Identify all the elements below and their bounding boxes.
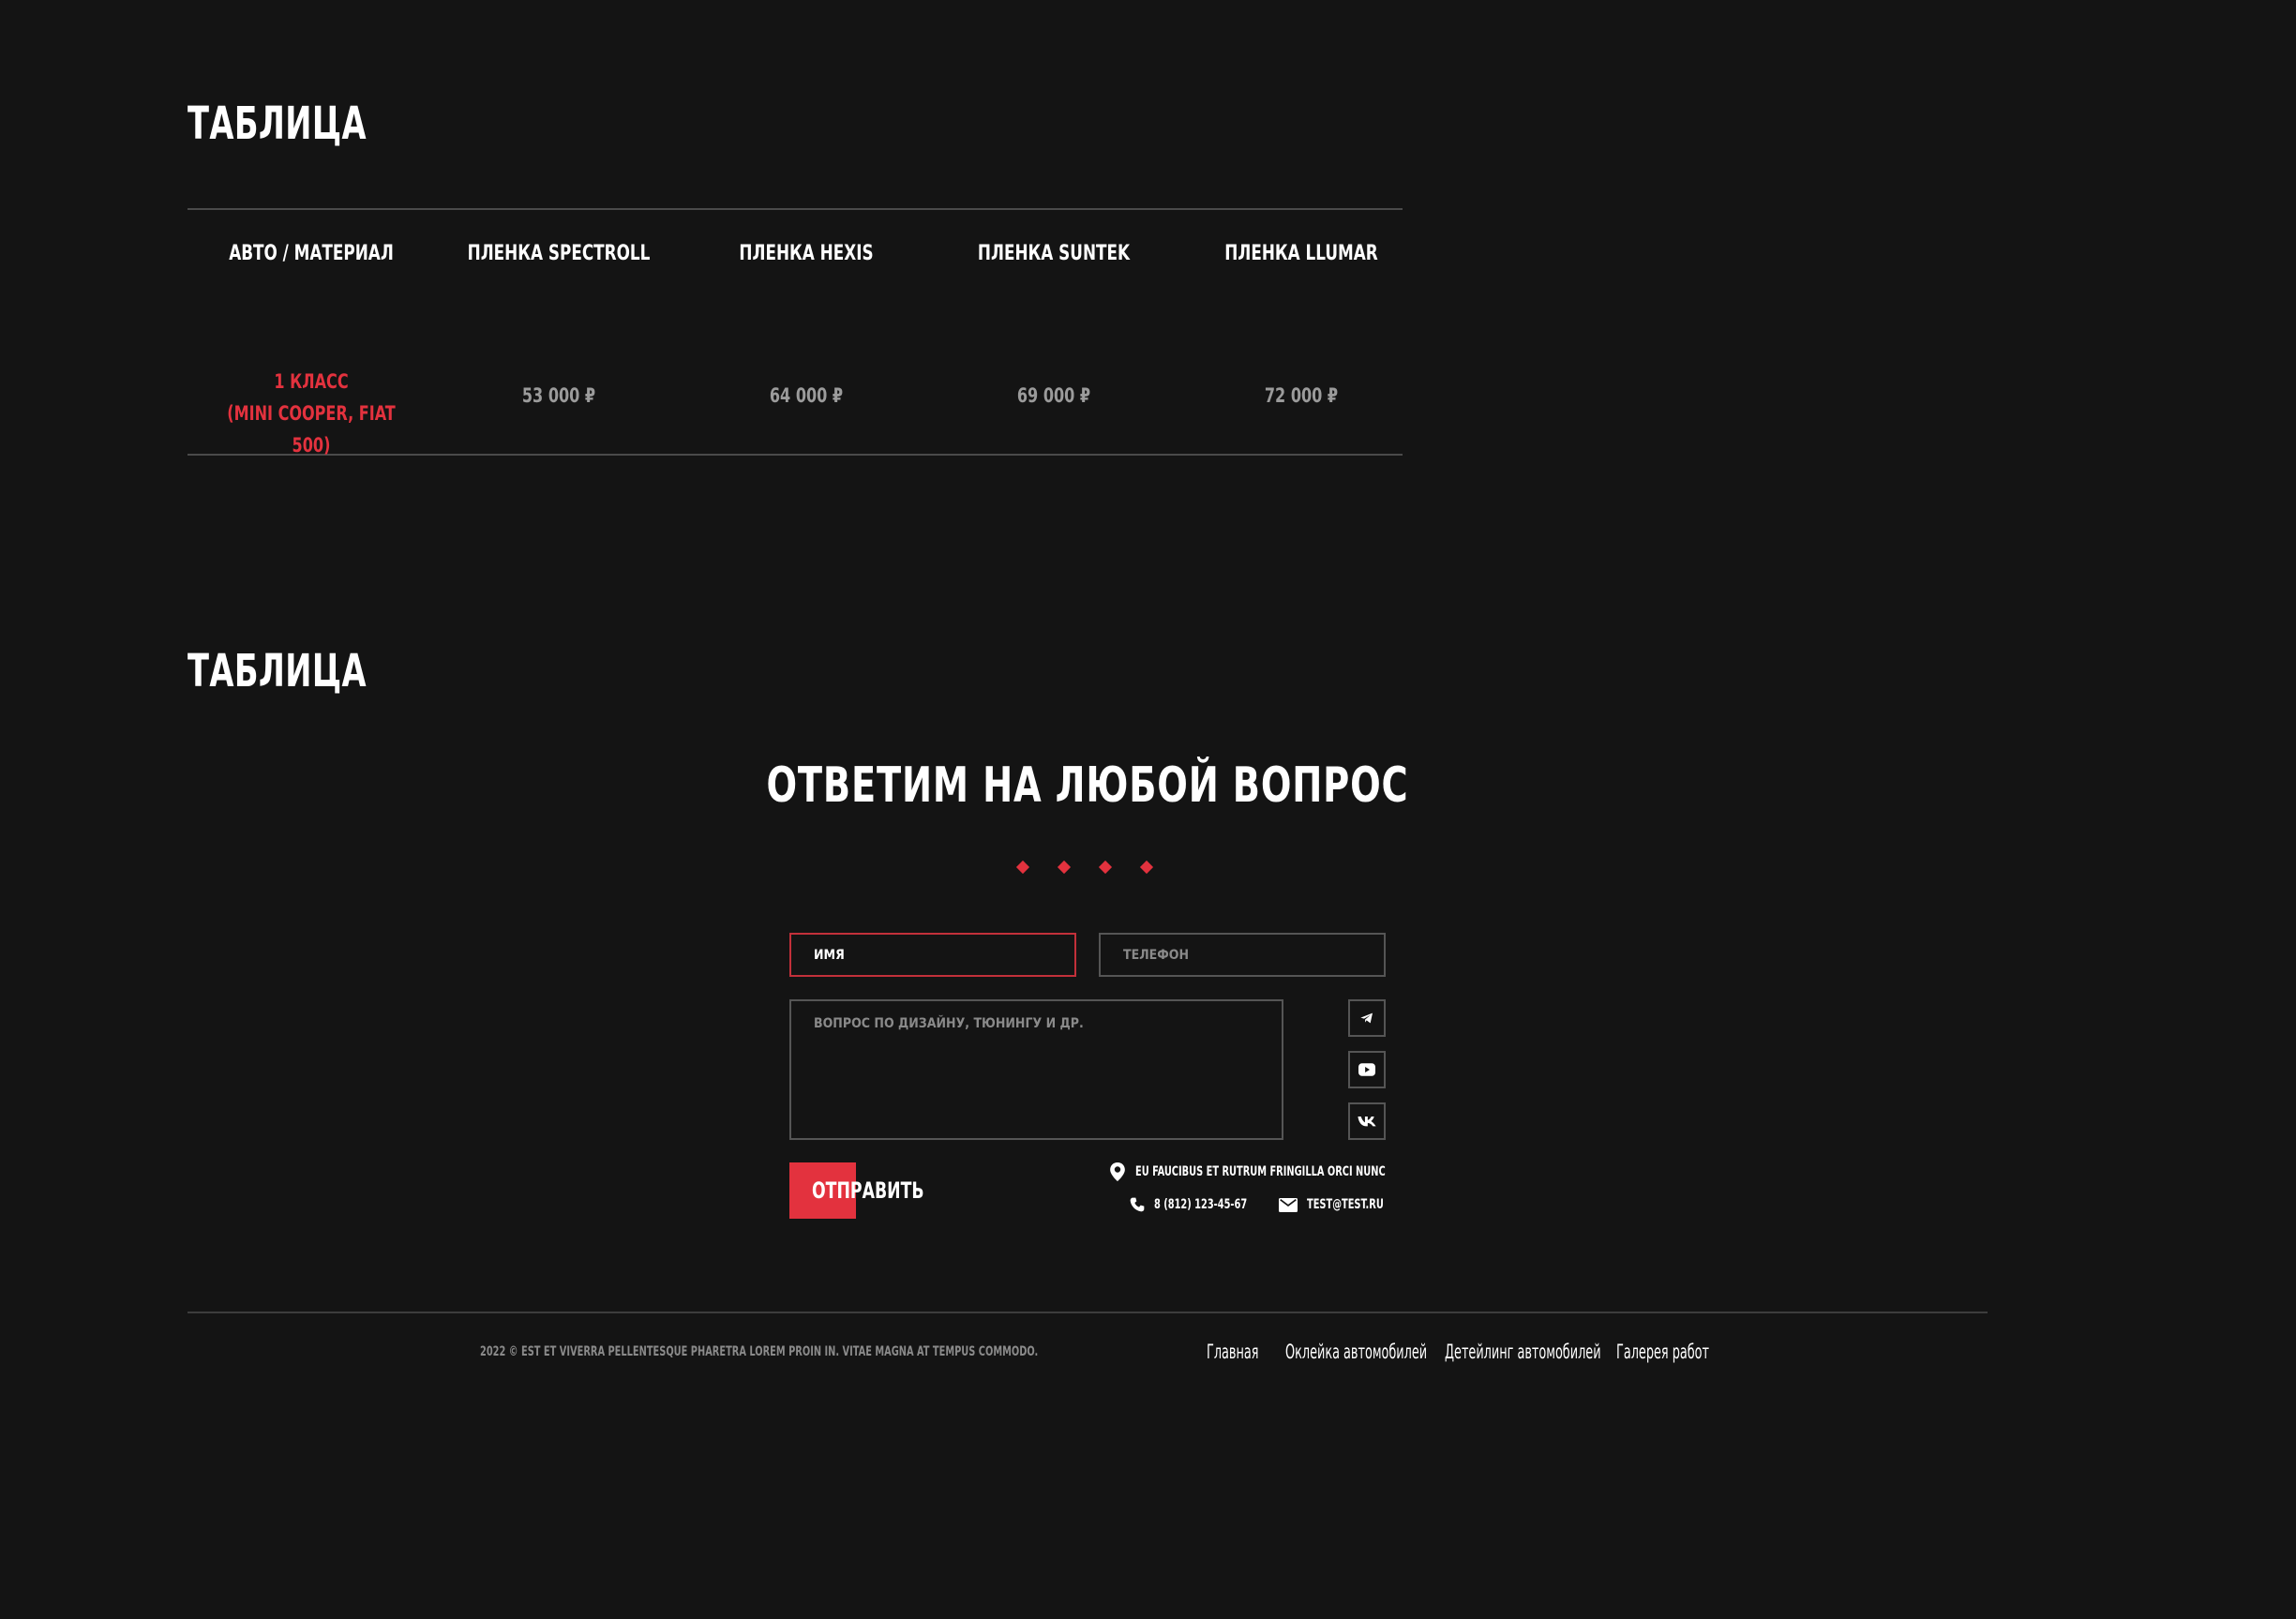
footer-link-gallery[interactable]: Галерея работ bbox=[1616, 1341, 1709, 1363]
price-hexis: 64 000 ₽ bbox=[769, 384, 844, 407]
class-models: (MINI COOPER, FIAT 500) bbox=[227, 402, 396, 457]
question-input[interactable] bbox=[789, 999, 1283, 1140]
table-header-hexis: ПЛЕНКА HEXIS bbox=[739, 242, 874, 265]
footer-divider bbox=[188, 1312, 1988, 1313]
price-spectroll: 53 000 ₽ bbox=[521, 384, 596, 407]
table-row-class: 1 КЛАСС (MINI COOPER, FIAT 500) bbox=[206, 366, 416, 461]
email-text: TEST@TEST.RU bbox=[1307, 1197, 1384, 1212]
decorative-diamonds bbox=[1015, 860, 1168, 876]
vk-button[interactable] bbox=[1348, 1102, 1386, 1140]
section-title: ТАБЛИЦА bbox=[188, 645, 367, 697]
address-text: EU FAUCIBUS ET RUTRUM FRINGILLA ORCI NUN… bbox=[1135, 1164, 1386, 1179]
email-link[interactable]: TEST@TEST.RU bbox=[1279, 1197, 1405, 1212]
price-suntek: 69 000 ₽ bbox=[1016, 384, 1091, 407]
table-header-auto: АВТО / МАТЕРИАЛ bbox=[229, 242, 394, 265]
telegram-icon bbox=[1360, 1012, 1373, 1024]
telegram-button[interactable] bbox=[1348, 999, 1386, 1037]
class-name: 1 КЛАСС bbox=[274, 370, 349, 393]
mail-icon bbox=[1279, 1197, 1298, 1212]
footer-nav: Главная Оклейка автомобилей Детейлинг ав… bbox=[0, 1341, 2296, 1369]
vk-icon bbox=[1358, 1117, 1376, 1127]
contact-title: ОТВЕТИМ НА ЛЮБОЙ ВОПРОС bbox=[766, 757, 1409, 814]
submit-button[interactable]: ОТПРАВИТЬ bbox=[789, 1162, 958, 1219]
table-header-llumar: ПЛЕНКА LLUMAR bbox=[1224, 242, 1378, 265]
diamond-icon bbox=[1057, 860, 1072, 875]
diamond-icon bbox=[1098, 860, 1113, 875]
phone-input[interactable] bbox=[1099, 933, 1386, 977]
phone-link[interactable]: 8 (812) 123-45-67 bbox=[1130, 1197, 1273, 1212]
table-header-suntek: ПЛЕНКА SUNTEK bbox=[977, 242, 1131, 265]
price-table: АВТО / МАТЕРИАЛ ПЛЕНКА SPECTROLL ПЛЕНКА … bbox=[188, 208, 1403, 457]
youtube-icon bbox=[1358, 1063, 1375, 1076]
youtube-button[interactable] bbox=[1348, 1051, 1386, 1088]
footer-link-detailing[interactable]: Детейлинг автомобилей bbox=[1445, 1341, 1601, 1363]
table-header-spectroll: ПЛЕНКА SPECTROLL bbox=[467, 242, 651, 265]
address: EU FAUCIBUS ET RUTRUM FRINGILLA ORCI NUN… bbox=[1109, 1162, 1456, 1181]
name-input[interactable] bbox=[789, 933, 1076, 977]
submit-label: ОТПРАВИТЬ bbox=[812, 1177, 924, 1204]
phone-text: 8 (812) 123-45-67 bbox=[1154, 1197, 1248, 1212]
location-pin-icon bbox=[1110, 1162, 1125, 1181]
footer-link-home[interactable]: Главная bbox=[1207, 1341, 1259, 1363]
section-title: ТАБЛИЦА bbox=[188, 97, 367, 150]
diamond-icon bbox=[1015, 860, 1030, 875]
diamond-icon bbox=[1139, 860, 1154, 875]
phone-icon bbox=[1130, 1197, 1145, 1212]
footer-link-wrapping[interactable]: Оклейка автомобилей bbox=[1285, 1341, 1427, 1363]
price-llumar: 72 000 ₽ bbox=[1264, 384, 1339, 407]
